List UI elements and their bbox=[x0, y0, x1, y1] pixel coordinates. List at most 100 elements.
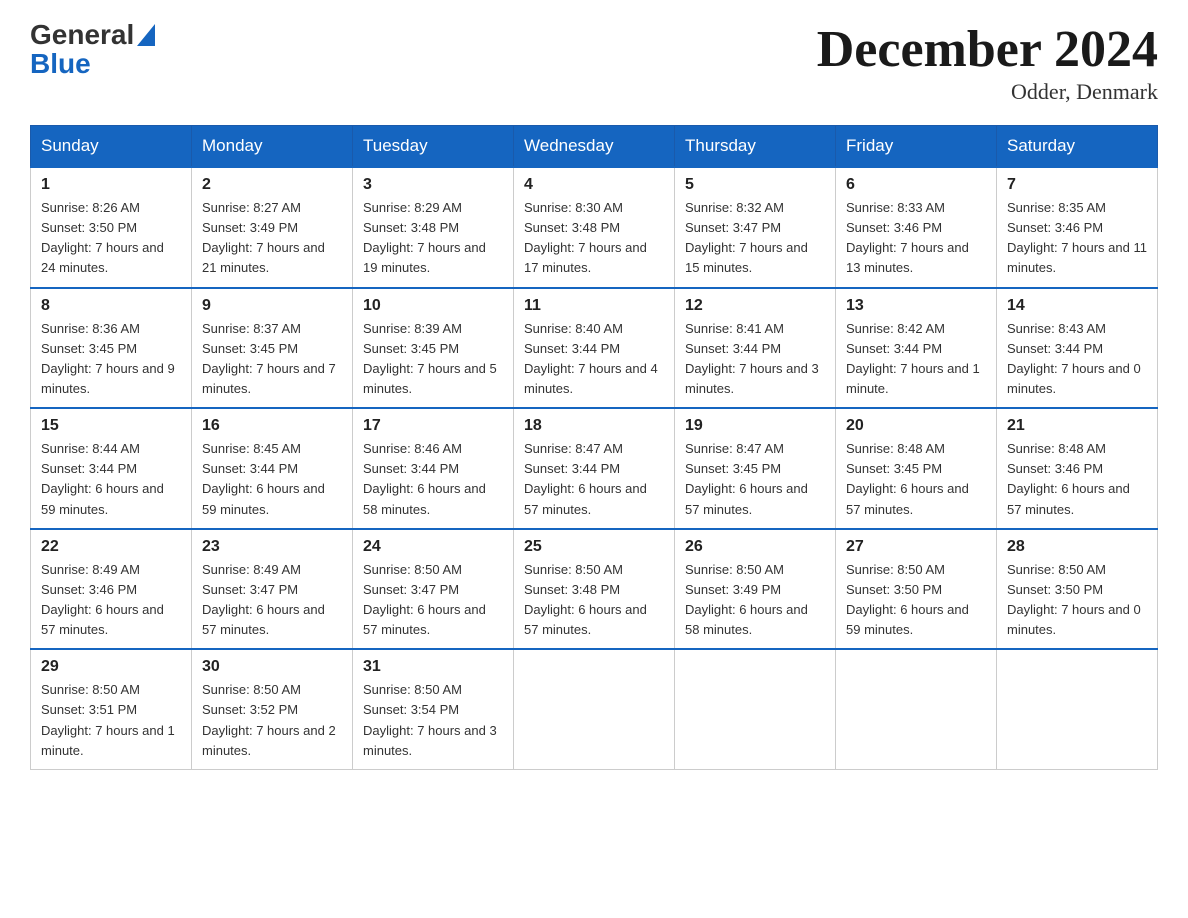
table-row: 24 Sunrise: 8:50 AM Sunset: 3:47 PM Dayl… bbox=[353, 529, 514, 650]
day-info: Sunrise: 8:42 AM Sunset: 3:44 PM Dayligh… bbox=[846, 319, 986, 400]
day-number: 12 bbox=[685, 297, 825, 315]
table-row: 22 Sunrise: 8:49 AM Sunset: 3:46 PM Dayl… bbox=[31, 529, 192, 650]
day-info: Sunrise: 8:37 AM Sunset: 3:45 PM Dayligh… bbox=[202, 319, 342, 400]
day-info: Sunrise: 8:49 AM Sunset: 3:46 PM Dayligh… bbox=[41, 560, 181, 641]
day-number: 22 bbox=[41, 538, 181, 556]
month-year-title: December 2024 bbox=[817, 20, 1158, 79]
day-info: Sunrise: 8:50 AM Sunset: 3:51 PM Dayligh… bbox=[41, 680, 181, 761]
calendar-week-row: 1 Sunrise: 8:26 AM Sunset: 3:50 PM Dayli… bbox=[31, 167, 1158, 288]
calendar-week-row: 29 Sunrise: 8:50 AM Sunset: 3:51 PM Dayl… bbox=[31, 649, 1158, 769]
table-row: 29 Sunrise: 8:50 AM Sunset: 3:51 PM Dayl… bbox=[31, 649, 192, 769]
day-info: Sunrise: 8:50 AM Sunset: 3:50 PM Dayligh… bbox=[1007, 560, 1147, 641]
table-row bbox=[514, 649, 675, 769]
table-row: 1 Sunrise: 8:26 AM Sunset: 3:50 PM Dayli… bbox=[31, 167, 192, 288]
table-row: 9 Sunrise: 8:37 AM Sunset: 3:45 PM Dayli… bbox=[192, 288, 353, 409]
day-info: Sunrise: 8:50 AM Sunset: 3:52 PM Dayligh… bbox=[202, 680, 342, 761]
location-subtitle: Odder, Denmark bbox=[817, 79, 1158, 105]
calendar-week-row: 8 Sunrise: 8:36 AM Sunset: 3:45 PM Dayli… bbox=[31, 288, 1158, 409]
day-number: 7 bbox=[1007, 176, 1147, 194]
day-info: Sunrise: 8:32 AM Sunset: 3:47 PM Dayligh… bbox=[685, 198, 825, 279]
calendar-header-row: Sunday Monday Tuesday Wednesday Thursday… bbox=[31, 126, 1158, 168]
logo: General Blue bbox=[30, 20, 155, 78]
day-number: 20 bbox=[846, 417, 986, 435]
table-row: 17 Sunrise: 8:46 AM Sunset: 3:44 PM Dayl… bbox=[353, 408, 514, 529]
table-row: 12 Sunrise: 8:41 AM Sunset: 3:44 PM Dayl… bbox=[675, 288, 836, 409]
table-row bbox=[997, 649, 1158, 769]
day-number: 24 bbox=[363, 538, 503, 556]
day-number: 13 bbox=[846, 297, 986, 315]
col-tuesday: Tuesday bbox=[353, 126, 514, 168]
table-row: 30 Sunrise: 8:50 AM Sunset: 3:52 PM Dayl… bbox=[192, 649, 353, 769]
table-row: 3 Sunrise: 8:29 AM Sunset: 3:48 PM Dayli… bbox=[353, 167, 514, 288]
table-row bbox=[675, 649, 836, 769]
day-number: 16 bbox=[202, 417, 342, 435]
day-number: 30 bbox=[202, 658, 342, 676]
day-info: Sunrise: 8:33 AM Sunset: 3:46 PM Dayligh… bbox=[846, 198, 986, 279]
day-number: 26 bbox=[685, 538, 825, 556]
day-info: Sunrise: 8:27 AM Sunset: 3:49 PM Dayligh… bbox=[202, 198, 342, 279]
day-info: Sunrise: 8:46 AM Sunset: 3:44 PM Dayligh… bbox=[363, 439, 503, 520]
table-row: 4 Sunrise: 8:30 AM Sunset: 3:48 PM Dayli… bbox=[514, 167, 675, 288]
logo-triangle-icon bbox=[137, 24, 155, 50]
col-monday: Monday bbox=[192, 126, 353, 168]
day-info: Sunrise: 8:36 AM Sunset: 3:45 PM Dayligh… bbox=[41, 319, 181, 400]
day-number: 27 bbox=[846, 538, 986, 556]
day-info: Sunrise: 8:26 AM Sunset: 3:50 PM Dayligh… bbox=[41, 198, 181, 279]
day-info: Sunrise: 8:48 AM Sunset: 3:45 PM Dayligh… bbox=[846, 439, 986, 520]
day-number: 29 bbox=[41, 658, 181, 676]
col-friday: Friday bbox=[836, 126, 997, 168]
title-area: December 2024 Odder, Denmark bbox=[817, 20, 1158, 105]
table-row: 6 Sunrise: 8:33 AM Sunset: 3:46 PM Dayli… bbox=[836, 167, 997, 288]
table-row: 20 Sunrise: 8:48 AM Sunset: 3:45 PM Dayl… bbox=[836, 408, 997, 529]
day-number: 21 bbox=[1007, 417, 1147, 435]
table-row: 31 Sunrise: 8:50 AM Sunset: 3:54 PM Dayl… bbox=[353, 649, 514, 769]
col-thursday: Thursday bbox=[675, 126, 836, 168]
day-info: Sunrise: 8:41 AM Sunset: 3:44 PM Dayligh… bbox=[685, 319, 825, 400]
day-info: Sunrise: 8:48 AM Sunset: 3:46 PM Dayligh… bbox=[1007, 439, 1147, 520]
day-info: Sunrise: 8:35 AM Sunset: 3:46 PM Dayligh… bbox=[1007, 198, 1147, 279]
day-info: Sunrise: 8:49 AM Sunset: 3:47 PM Dayligh… bbox=[202, 560, 342, 641]
day-info: Sunrise: 8:50 AM Sunset: 3:49 PM Dayligh… bbox=[685, 560, 825, 641]
day-info: Sunrise: 8:50 AM Sunset: 3:54 PM Dayligh… bbox=[363, 680, 503, 761]
day-number: 19 bbox=[685, 417, 825, 435]
table-row: 14 Sunrise: 8:43 AM Sunset: 3:44 PM Dayl… bbox=[997, 288, 1158, 409]
day-info: Sunrise: 8:50 AM Sunset: 3:47 PM Dayligh… bbox=[363, 560, 503, 641]
table-row: 8 Sunrise: 8:36 AM Sunset: 3:45 PM Dayli… bbox=[31, 288, 192, 409]
table-row: 16 Sunrise: 8:45 AM Sunset: 3:44 PM Dayl… bbox=[192, 408, 353, 529]
col-wednesday: Wednesday bbox=[514, 126, 675, 168]
day-number: 5 bbox=[685, 176, 825, 194]
day-number: 2 bbox=[202, 176, 342, 194]
table-row: 19 Sunrise: 8:47 AM Sunset: 3:45 PM Dayl… bbox=[675, 408, 836, 529]
table-row: 28 Sunrise: 8:50 AM Sunset: 3:50 PM Dayl… bbox=[997, 529, 1158, 650]
day-number: 25 bbox=[524, 538, 664, 556]
day-number: 17 bbox=[363, 417, 503, 435]
day-info: Sunrise: 8:44 AM Sunset: 3:44 PM Dayligh… bbox=[41, 439, 181, 520]
page-header: General Blue December 2024 Odder, Denmar… bbox=[30, 20, 1158, 105]
day-number: 3 bbox=[363, 176, 503, 194]
day-info: Sunrise: 8:29 AM Sunset: 3:48 PM Dayligh… bbox=[363, 198, 503, 279]
calendar-table: Sunday Monday Tuesday Wednesday Thursday… bbox=[30, 125, 1158, 770]
col-sunday: Sunday bbox=[31, 126, 192, 168]
day-number: 28 bbox=[1007, 538, 1147, 556]
day-number: 31 bbox=[363, 658, 503, 676]
day-info: Sunrise: 8:50 AM Sunset: 3:50 PM Dayligh… bbox=[846, 560, 986, 641]
table-row bbox=[836, 649, 997, 769]
day-number: 14 bbox=[1007, 297, 1147, 315]
table-row: 5 Sunrise: 8:32 AM Sunset: 3:47 PM Dayli… bbox=[675, 167, 836, 288]
logo-blue: Blue bbox=[30, 48, 91, 79]
day-number: 8 bbox=[41, 297, 181, 315]
day-info: Sunrise: 8:47 AM Sunset: 3:44 PM Dayligh… bbox=[524, 439, 664, 520]
calendar-week-row: 22 Sunrise: 8:49 AM Sunset: 3:46 PM Dayl… bbox=[31, 529, 1158, 650]
table-row: 7 Sunrise: 8:35 AM Sunset: 3:46 PM Dayli… bbox=[997, 167, 1158, 288]
table-row: 23 Sunrise: 8:49 AM Sunset: 3:47 PM Dayl… bbox=[192, 529, 353, 650]
table-row: 26 Sunrise: 8:50 AM Sunset: 3:49 PM Dayl… bbox=[675, 529, 836, 650]
day-number: 1 bbox=[41, 176, 181, 194]
day-number: 9 bbox=[202, 297, 342, 315]
logo-general: General bbox=[30, 21, 134, 49]
day-number: 10 bbox=[363, 297, 503, 315]
table-row: 11 Sunrise: 8:40 AM Sunset: 3:44 PM Dayl… bbox=[514, 288, 675, 409]
table-row: 13 Sunrise: 8:42 AM Sunset: 3:44 PM Dayl… bbox=[836, 288, 997, 409]
day-info: Sunrise: 8:47 AM Sunset: 3:45 PM Dayligh… bbox=[685, 439, 825, 520]
day-number: 6 bbox=[846, 176, 986, 194]
logo-text: General Blue bbox=[30, 20, 155, 78]
